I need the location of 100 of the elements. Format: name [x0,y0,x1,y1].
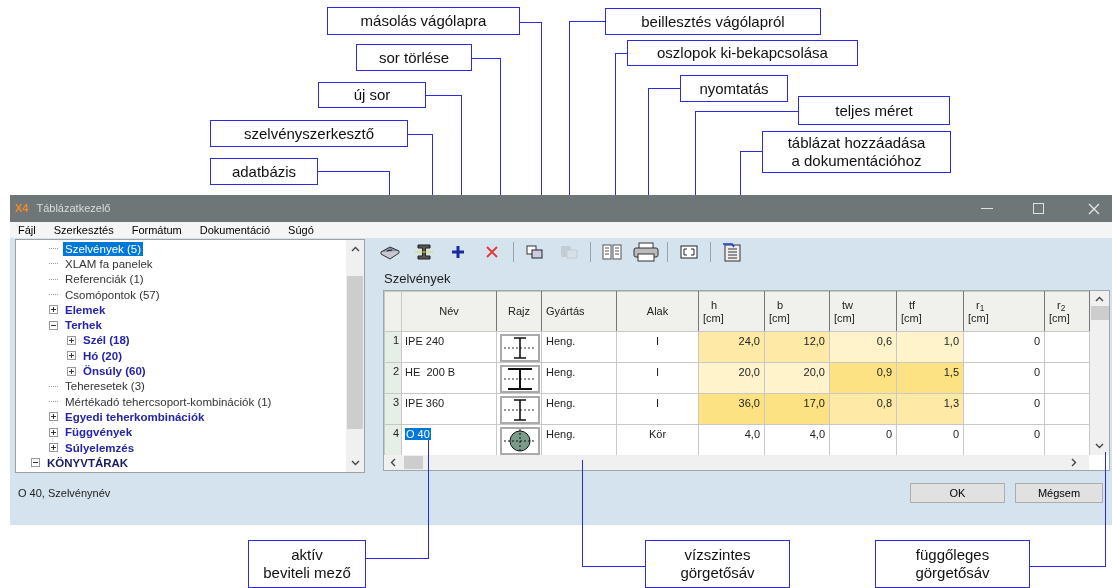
expand-icon[interactable] [67,366,76,376]
tree-item[interactable]: Önsúly (60) [81,364,148,378]
callout-label: új sor [318,82,426,108]
expand-icon[interactable] [49,427,58,437]
scrollbar-thumb[interactable] [347,276,363,429]
close-icon[interactable] [1088,202,1100,215]
tree-item[interactable]: KÖNYVTÁRAK [45,455,131,470]
callout-label: függőleges görgetősáv [875,540,1030,588]
tree-item[interactable]: Egyedi teherkombinációk [63,409,207,424]
callout-label: vízszintes görgetősáv [645,540,790,588]
horizontal-scrollbar[interactable] [384,455,1089,470]
column-header[interactable]: r$_{1}$ [968,298,1040,312]
column-header[interactable]: b [769,298,825,312]
expand-icon[interactable] [49,412,58,422]
tree-item[interactable]: Mértékadó tehercsoport-kombinációk (1) [63,394,274,409]
table-cell[interactable]: IPE 360 [405,397,445,409]
table-cell: 0,9 [829,362,897,394]
unit-label: [cm] [769,311,791,325]
menu-item[interactable]: Szerkesztés [53,221,114,239]
vertical-scrollbar[interactable] [1090,291,1109,455]
window-title: Táblázatkezelő [36,201,111,217]
table-cell: 20,0 [698,362,765,394]
collapse-icon[interactable] [49,320,58,330]
expand-icon[interactable] [49,305,58,315]
scroll-left-icon[interactable] [390,458,396,467]
tree-item[interactable]: Hó (20) [81,348,124,363]
expand-icon[interactable] [67,335,76,345]
callout-label: oszlopok ki-bekapcsolása [627,40,858,66]
callout-label: sor törlése [356,44,472,71]
table-cell: 0 [963,362,1045,394]
table-cell: I [616,362,699,394]
tree-item[interactable]: Csomópontok (57) [63,287,162,302]
column-header[interactable]: tf [901,298,959,312]
row-number: 4 [384,424,402,455]
callout-label: szelvényszerkesztő [210,120,408,147]
table-cell: 24,0 [698,331,765,363]
unit-label: [cm] [834,311,856,325]
circle-section-drawing [500,427,540,455]
maximize-icon[interactable] [1033,203,1044,214]
menu-item[interactable]: Dokumentáció [199,221,271,239]
table-cell: I [616,393,699,425]
tree-item[interactable]: Függvények [63,425,135,440]
menu-item[interactable]: Fájl [18,221,36,239]
scroll-up-icon[interactable] [350,246,360,252]
printer-icon[interactable] [633,240,659,264]
scrollbar-thumb[interactable] [1090,306,1109,320]
table-cell[interactable]: HE 200 B [405,366,456,378]
expand-icon[interactable] [67,351,76,361]
expand-icon[interactable] [49,443,58,452]
scroll-up-icon[interactable] [1095,296,1104,302]
menu-item[interactable]: Súgó [288,221,314,239]
column-header[interactable]: tw [834,298,892,312]
tree-item[interactable]: Elemek [63,302,108,317]
app-logo: X4 [15,201,29,217]
callout-label: táblázat hozzáadása a dokumentációhoz [762,131,951,173]
table-cell: 17,0 [764,393,830,425]
table-cell[interactable]: IPE 240 [405,335,445,347]
column-header[interactable]: r$_{2}$ [1049,298,1085,312]
collapse-icon[interactable] [31,458,40,468]
ok-button[interactable]: OK [910,483,1005,503]
tree-item[interactable]: Referenciák (1) [63,272,146,287]
cancel-button[interactable]: Mégsem [1015,483,1103,503]
tree-item[interactable]: Teheresetek (3) [63,379,147,394]
table-cell: Heng. [541,393,617,425]
i-beam-drawing [500,334,540,362]
callout-label: nyomtatás [680,75,788,102]
table-cell: 1,3 [896,393,964,425]
row-number: 2 [384,362,402,394]
table-cell: 12,0 [764,331,830,363]
unit-label: [cm] [901,311,923,325]
tree-item[interactable]: Szél (18) [81,333,132,348]
table-cell: 1,0 [896,331,964,363]
unit-label: [cm] [1049,311,1071,325]
i-beam-drawing [500,365,540,393]
tree-item[interactable]: XLAM fa panelek [63,256,155,271]
callout-label: teljes méret [798,96,950,125]
scroll-down-icon[interactable] [1095,443,1104,449]
table-cell: 20,0 [764,362,830,394]
callout-label: aktív beviteli mező [248,540,366,588]
menu-item[interactable]: Formátum [131,221,182,239]
scroll-down-icon[interactable] [350,460,360,466]
callout-label: adatbázis [210,158,318,185]
tree-item[interactable]: Szelvények (5) [63,241,144,256]
vertical-scrollbar[interactable] [346,240,364,472]
tree-item[interactable]: Súlyelemzés [63,440,137,455]
tree-item[interactable]: Terhek [63,318,104,333]
table-cell: 0 [963,393,1045,425]
scrollbar-thumb[interactable] [404,456,423,469]
unit-label: [cm] [968,311,990,325]
table-title: Szelvények [383,270,452,288]
row-number: 1 [384,331,402,363]
table-cell: 36,0 [698,393,765,425]
table-cell: 0 [963,331,1045,363]
table-cell[interactable]: O 40 [405,428,431,440]
callout-label: másolás vágólapra [327,7,520,35]
status-text: O 40, Szelvénynév [18,486,111,501]
table-cell: Heng. [541,331,617,363]
scroll-right-icon[interactable] [1071,458,1077,467]
column-header[interactable]: h [703,298,760,312]
callout-label: beillesztés vágólapról [605,8,821,35]
